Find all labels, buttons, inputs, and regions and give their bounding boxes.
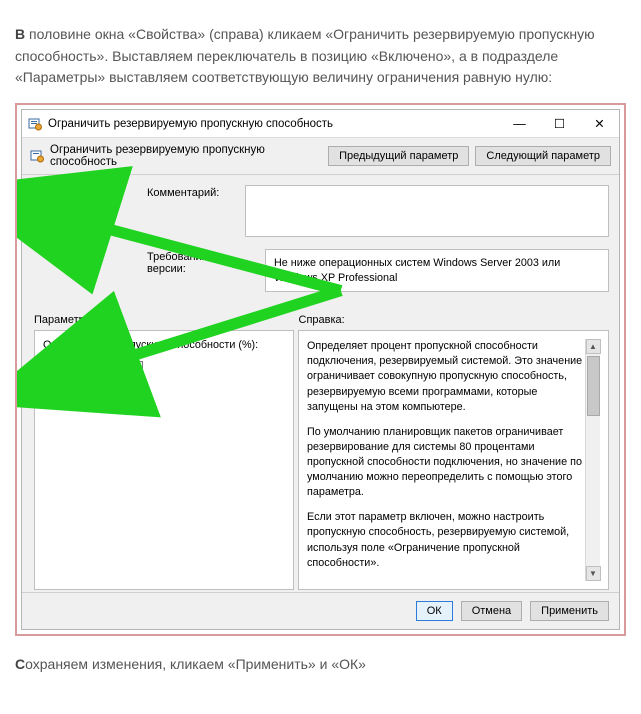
titlebar[interactable]: Ограничить резервируемую пропускную спос… (22, 110, 619, 138)
spin-up-icon[interactable]: ▲ (127, 362, 142, 372)
radio-icon (34, 225, 46, 237)
apply-button[interactable]: Применить (530, 601, 609, 621)
state-radio-group: Не задано Включено Отключено (34, 185, 139, 245)
bandwidth-spinner[interactable]: ▲ ▼ (127, 361, 143, 381)
dialog-window: Ограничить резервируемую пропускную спос… (21, 109, 620, 630)
screenshot-frame: Ограничить резервируемую пропускную спос… (15, 103, 626, 636)
help-paragraph: По умолчанию планировщик пакетов огранич… (307, 425, 583, 501)
params-section-label: Параметры: (34, 314, 291, 326)
dialog-body: Не задано Включено Отключено Комментарий… (22, 175, 619, 592)
scroll-down-icon[interactable]: ▼ (586, 566, 601, 581)
parameters-pane: Ограничение пропускной способности (%): … (34, 330, 294, 590)
article-intro: В половине окна «Свойства» (справа) клик… (15, 24, 626, 89)
help-text: Определяет процент пропускной способност… (307, 339, 585, 581)
spin-down-icon[interactable]: ▼ (127, 372, 142, 381)
ok-button[interactable]: ОК (416, 601, 453, 621)
minimize-button[interactable]: — (499, 110, 539, 138)
close-button[interactable]: ✕ (579, 110, 619, 138)
policy-icon (30, 149, 44, 163)
help-paragraph: Если этот параметр включен, можно настро… (307, 510, 583, 570)
comment-label: Комментарий: (147, 185, 237, 199)
radio-icon (34, 205, 46, 217)
radio-enabled[interactable]: Включено (34, 205, 139, 217)
next-param-button[interactable]: Следующий параметр (475, 146, 611, 166)
intro-bold: В (15, 26, 25, 42)
toolbar-title: Ограничить резервируемую пропускную спос… (50, 144, 322, 168)
radio-not-set[interactable]: Не задано (34, 185, 139, 197)
help-pane: Определяет процент пропускной способност… (298, 330, 609, 590)
comment-textarea[interactable] (245, 185, 609, 237)
article-outro: Сохраняем изменения, кликаем «Применить»… (15, 654, 626, 676)
toolbar: Ограничить резервируемую пропускную спос… (22, 138, 619, 175)
cancel-button[interactable]: Отмена (461, 601, 522, 621)
requirements-box: Не ниже операционных систем Windows Serv… (265, 249, 609, 292)
radio-icon (34, 185, 46, 197)
scroll-thumb[interactable] (587, 356, 600, 416)
bandwidth-limit-input[interactable] (43, 361, 127, 381)
outro-bold: С (15, 656, 25, 672)
requirements-label: Требования к версии: (147, 249, 257, 275)
maximize-button[interactable]: ☐ (539, 110, 579, 138)
dialog-footer: ОК Отмена Применить (22, 592, 619, 629)
help-scrollbar[interactable]: ▲ ▼ (585, 339, 600, 581)
prev-param-button[interactable]: Предыдущий параметр (328, 146, 469, 166)
help-section-label: Справка: (299, 314, 610, 326)
policy-icon (28, 117, 42, 131)
bandwidth-limit-label: Ограничение пропускной способности (%): (43, 339, 285, 351)
radio-disabled[interactable]: Отключено (34, 225, 139, 237)
help-paragraph: Определяет процент пропускной способност… (307, 339, 583, 415)
scroll-up-icon[interactable]: ▲ (586, 339, 601, 354)
window-title: Ограничить резервируемую пропускную спос… (48, 118, 499, 130)
